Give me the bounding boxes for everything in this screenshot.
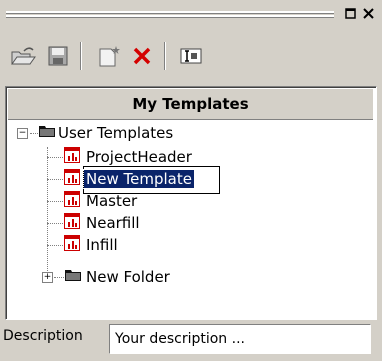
tree-node-label: Infill (86, 236, 118, 254)
restore-icon[interactable] (343, 6, 358, 21)
tree-node-template[interactable]: ProjectHeader (64, 146, 194, 168)
tree-node-label: ProjectHeader (86, 148, 192, 166)
tree-node-new-folder[interactable]: New Folder (64, 266, 172, 288)
tree-connector (47, 157, 63, 158)
description-label: Description (3, 328, 83, 344)
open-folder-icon[interactable] (8, 40, 38, 72)
title-bar[interactable] (0, 0, 382, 30)
template-icon (64, 213, 80, 233)
tree-node-template[interactable]: Infill (64, 234, 120, 256)
tree-node-label: New Folder (86, 268, 170, 286)
tree-node-label: User Templates (58, 124, 174, 142)
rename-icon[interactable] (176, 40, 206, 72)
toolbar-separator (164, 42, 166, 70)
folder-icon (64, 268, 82, 286)
close-icon[interactable] (361, 6, 376, 21)
folder-icon (38, 124, 56, 142)
panel-header: My Templates (8, 89, 373, 120)
expand-toggle[interactable]: + (42, 272, 53, 283)
tree-node-label: Master (86, 192, 138, 210)
drag-grip[interactable] (6, 15, 334, 18)
template-icon (64, 169, 80, 189)
template-icon (64, 235, 80, 255)
description-row: Description (0, 324, 382, 361)
tree-node-template-selected[interactable]: New Template (64, 168, 195, 190)
toolbar (0, 30, 382, 86)
template-icon (64, 191, 80, 211)
tree-node-template[interactable]: Nearfill (64, 212, 142, 234)
tree-connector (47, 223, 63, 224)
tree-node-label[interactable]: New Template (83, 169, 195, 189)
drag-grip[interactable] (6, 11, 334, 14)
tree-connector (47, 245, 63, 246)
template-icon (64, 147, 80, 167)
delete-icon[interactable] (129, 40, 155, 72)
tree-connector (47, 147, 48, 277)
templates-panel: My Templates − User Templates ProjectHea… (5, 86, 377, 320)
collapse-toggle[interactable]: − (17, 128, 28, 139)
tree-node-user-templates[interactable]: User Templates (38, 122, 175, 144)
template-tree[interactable]: − User Templates ProjectHeader New Templ… (6, 121, 374, 317)
tree-connector (47, 179, 63, 180)
tree-connector (47, 201, 63, 202)
toolbar-separator (80, 42, 82, 70)
new-template-icon[interactable] (94, 40, 124, 72)
save-icon[interactable] (44, 40, 72, 72)
tree-node-label: Nearfill (86, 214, 140, 232)
tree-node-template[interactable]: Master (64, 190, 139, 212)
description-input[interactable] (109, 324, 371, 354)
